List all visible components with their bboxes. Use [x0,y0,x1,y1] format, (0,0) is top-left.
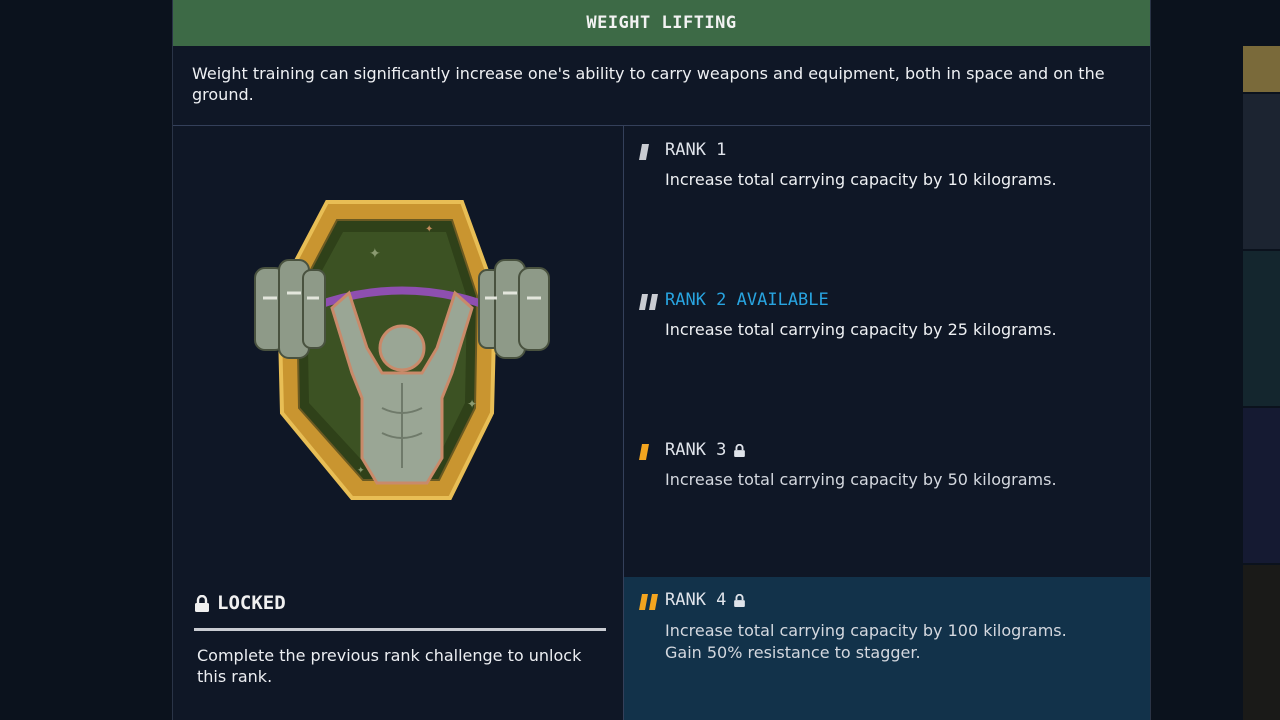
rank-tick-icon [639,294,658,310]
locked-requirement: Complete the previous rank challenge to … [197,646,582,686]
side-tab-2[interactable] [1243,94,1280,249]
locked-status: LOCKED [195,592,286,614]
svg-text:✦: ✦ [425,224,433,235]
rank-row-1[interactable]: RANK 1 Increase total carrying capacity … [624,126,1150,276]
rank-row-4[interactable]: RANK 4 Increase total carrying capacity … [624,577,1150,720]
rank-description: Increase total carrying capacity by 100 … [665,621,1067,662]
svg-text:✦: ✦ [369,246,381,262]
rank-tick-icon [639,144,649,160]
locked-label: LOCKED [217,592,286,614]
rank-row-3[interactable]: RANK 3 Increase total carrying capacity … [624,426,1150,576]
rank-title: RANK 1 [665,140,727,160]
rank-row-2[interactable]: RANK 2 AVAILABLE Increase total carrying… [624,276,1150,426]
svg-text:✦: ✦ [467,397,477,411]
rank-tick-icon [639,594,658,610]
rank-title: RANK 4 [665,590,727,610]
svg-text:✦: ✦ [357,466,365,476]
lock-icon [734,443,746,457]
background-left [0,0,172,720]
lock-icon [195,594,209,612]
side-tab-4[interactable] [1243,408,1280,563]
side-tab-3[interactable] [1243,251,1280,406]
skill-description: Weight training can significantly increa… [192,64,1105,104]
rank-description: Increase total carrying capacity by 50 k… [665,470,1057,489]
locked-underline [194,628,606,631]
side-tab-1[interactable] [1243,46,1280,92]
rank-tick-icon [639,444,649,460]
skill-panel: WEIGHT LIFTING Weight training can signi… [172,0,1151,720]
rank-title: RANK 2 AVAILABLE [665,290,829,310]
rank-description: Increase total carrying capacity by 10 k… [665,170,1057,189]
weight-lifter-patch-icon: ✦ ✦ ✦ ✦ [254,200,550,500]
skill-title: WEIGHT LIFTING [173,0,1150,46]
rank-title: RANK 3 [665,440,727,460]
side-tab-5[interactable] [1243,565,1280,720]
rank-description: Increase total carrying capacity by 25 k… [665,320,1057,339]
lock-icon [734,593,746,607]
